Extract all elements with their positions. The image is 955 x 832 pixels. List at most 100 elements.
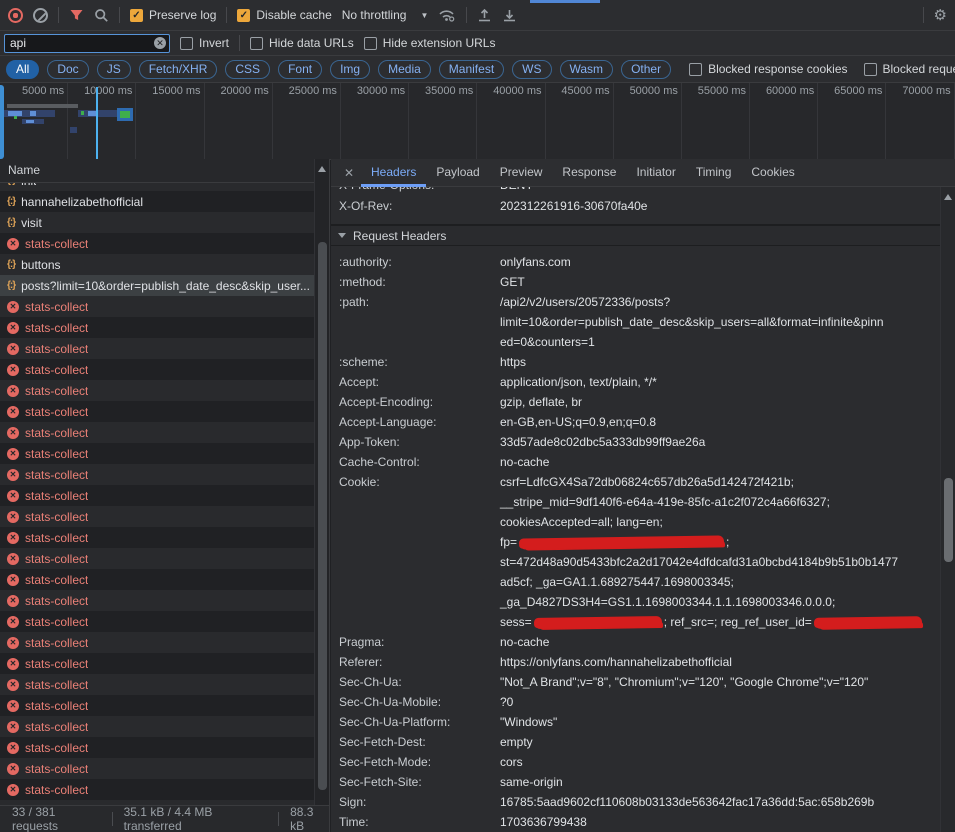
filter-checkbox-blocked-requests[interactable]: Blocked requests <box>864 62 955 76</box>
request-row[interactable]: {:}init <box>0 183 314 191</box>
request-row[interactable]: ✕stats-collect <box>0 506 314 527</box>
hide-extension-urls-label: Hide extension URLs <box>383 36 496 50</box>
waterfall-bar <box>14 116 17 119</box>
filter-pill-img[interactable]: Img <box>330 60 370 79</box>
header-row: Accept-Encoding:gzip, deflate, br <box>331 392 940 412</box>
scrollbar-thumb[interactable] <box>944 478 953 562</box>
preserve-log-checkbox[interactable]: ✓ Preserve log <box>130 8 216 22</box>
disable-cache-checkbox[interactable]: ✓ Disable cache <box>237 8 331 22</box>
request-row[interactable]: ✕stats-collect <box>0 611 314 632</box>
scroll-up-arrow-icon[interactable] <box>944 194 952 200</box>
error-status-icon: ✕ <box>7 343 19 355</box>
search-icon[interactable] <box>94 8 109 23</box>
status-item: 33 / 381 requests <box>12 805 101 832</box>
request-row[interactable]: ✕stats-collect <box>0 653 314 674</box>
request-name: stats-collect <box>25 720 88 734</box>
export-har-icon[interactable] <box>502 8 517 23</box>
close-details-icon[interactable]: ✕ <box>337 166 361 180</box>
filter-input[interactable] <box>4 34 170 53</box>
header-value: 33d57ade8c02dbc5a333db99ff9ae26a <box>500 432 940 452</box>
filter-icon[interactable] <box>69 8 84 22</box>
invert-checkbox[interactable]: Invert <box>180 36 229 50</box>
range-left-handle[interactable] <box>0 85 4 159</box>
tab-payload[interactable]: Payload <box>426 159 489 187</box>
request-row[interactable]: ✕stats-collect <box>0 758 314 779</box>
request-row[interactable]: ✕stats-collect <box>0 317 314 338</box>
request-headers-section[interactable]: Request Headers <box>331 224 940 246</box>
request-row[interactable]: ✕stats-collect <box>0 779 314 800</box>
filter-pill-font[interactable]: Font <box>278 60 322 79</box>
scroll-up-arrow-icon[interactable] <box>318 166 326 172</box>
tab-initiator[interactable]: Initiator <box>626 159 685 187</box>
checkbox-checked-icon: ✓ <box>237 9 250 22</box>
request-name: stats-collect <box>25 363 88 377</box>
scrollbar-thumb[interactable] <box>318 242 327 790</box>
tab-cookies[interactable]: Cookies <box>741 159 804 187</box>
filter-pill-media[interactable]: Media <box>378 60 431 79</box>
clear-network-log-icon[interactable] <box>33 8 48 23</box>
details-scrollbar[interactable] <box>940 187 955 832</box>
filter-pill-manifest[interactable]: Manifest <box>439 60 504 79</box>
filter-pill-fetch-xhr[interactable]: Fetch/XHR <box>139 60 218 79</box>
hide-extension-urls-checkbox[interactable]: Hide extension URLs <box>364 36 496 50</box>
header-row: Sec-Ch-Ua-Platform:"Windows" <box>331 712 940 732</box>
timeline-tick: 25000 ms <box>273 83 341 159</box>
filter-pill-doc[interactable]: Doc <box>47 60 88 79</box>
request-row[interactable]: ✕stats-collect <box>0 296 314 317</box>
import-har-icon[interactable] <box>477 8 492 23</box>
timeline-tick: 10000 ms <box>68 83 136 159</box>
request-row[interactable]: ✕stats-collect <box>0 338 314 359</box>
filter-pill-other[interactable]: Other <box>621 60 671 79</box>
network-conditions-icon[interactable] <box>438 8 456 22</box>
request-name: stats-collect <box>25 405 88 419</box>
request-row[interactable]: ✕stats-collect <box>0 569 314 590</box>
hide-data-urls-checkbox[interactable]: Hide data URLs <box>250 36 354 50</box>
request-row[interactable]: ✕stats-collect <box>0 380 314 401</box>
request-row[interactable]: ✕stats-collect <box>0 695 314 716</box>
request-row[interactable]: ✕stats-collect <box>0 443 314 464</box>
request-list-scrollbar[interactable] <box>314 159 329 805</box>
throttling-select[interactable]: No throttling ▼ <box>342 8 429 22</box>
request-headers-list: :authority:onlyfans.com:method:GET:path:… <box>331 246 940 832</box>
header-name: Cache-Control: <box>339 452 500 472</box>
request-row[interactable]: ✕stats-collect <box>0 233 314 254</box>
request-row[interactable]: {:}posts?limit=10&order=publish_date_des… <box>0 275 314 296</box>
request-row[interactable]: {:}visit <box>0 212 314 233</box>
request-row[interactable]: {:}buttons <box>0 254 314 275</box>
waterfall-overview[interactable]: 5000 ms10000 ms15000 ms20000 ms25000 ms3… <box>0 83 955 160</box>
request-row[interactable]: ✕stats-collect <box>0 548 314 569</box>
request-row[interactable]: ✕stats-collect <box>0 590 314 611</box>
filter-pill-wasm[interactable]: Wasm <box>560 60 614 79</box>
request-row[interactable]: {:}hannahelizabethofficial <box>0 191 314 212</box>
tab-headers[interactable]: Headers <box>361 159 426 187</box>
request-row[interactable]: ✕stats-collect <box>0 527 314 548</box>
filter-pill-all[interactable]: All <box>6 60 39 79</box>
clear-filter-icon[interactable]: ✕ <box>154 37 166 49</box>
request-row[interactable]: ✕stats-collect <box>0 674 314 695</box>
request-row[interactable]: ✕stats-collect <box>0 422 314 443</box>
tab-timing[interactable]: Timing <box>686 159 742 187</box>
request-row[interactable]: ✕stats-collect <box>0 401 314 422</box>
error-status-icon: ✕ <box>7 385 19 397</box>
header-value-line: gzip, deflate, br <box>500 392 940 412</box>
record-network-log-icon[interactable] <box>8 8 23 23</box>
filter-pill-js[interactable]: JS <box>97 60 131 79</box>
section-gap <box>331 216 940 224</box>
settings-gear-icon[interactable]: ⚙ <box>934 8 947 23</box>
request-row[interactable]: ✕stats-collect <box>0 359 314 380</box>
header-name: :scheme: <box>339 352 500 372</box>
request-row[interactable]: ✕stats-collect <box>0 632 314 653</box>
filter-checkbox-blocked-response-cookies[interactable]: Blocked response cookies <box>689 62 847 76</box>
tab-response[interactable]: Response <box>552 159 626 187</box>
checkbox-unchecked-icon <box>689 63 702 76</box>
tab-preview[interactable]: Preview <box>490 159 553 187</box>
request-row[interactable]: ✕stats-collect <box>0 485 314 506</box>
request-row[interactable]: ✕stats-collect <box>0 464 314 485</box>
header-value-line: ?0 <box>500 692 940 712</box>
filter-pill-ws[interactable]: WS <box>512 60 551 79</box>
request-row[interactable]: ✕stats-collect <box>0 737 314 758</box>
request-row[interactable]: ✕stats-collect <box>0 716 314 737</box>
name-column-header[interactable]: Name <box>0 159 329 183</box>
request-name: stats-collect <box>25 762 88 776</box>
filter-pill-css[interactable]: CSS <box>225 60 270 79</box>
